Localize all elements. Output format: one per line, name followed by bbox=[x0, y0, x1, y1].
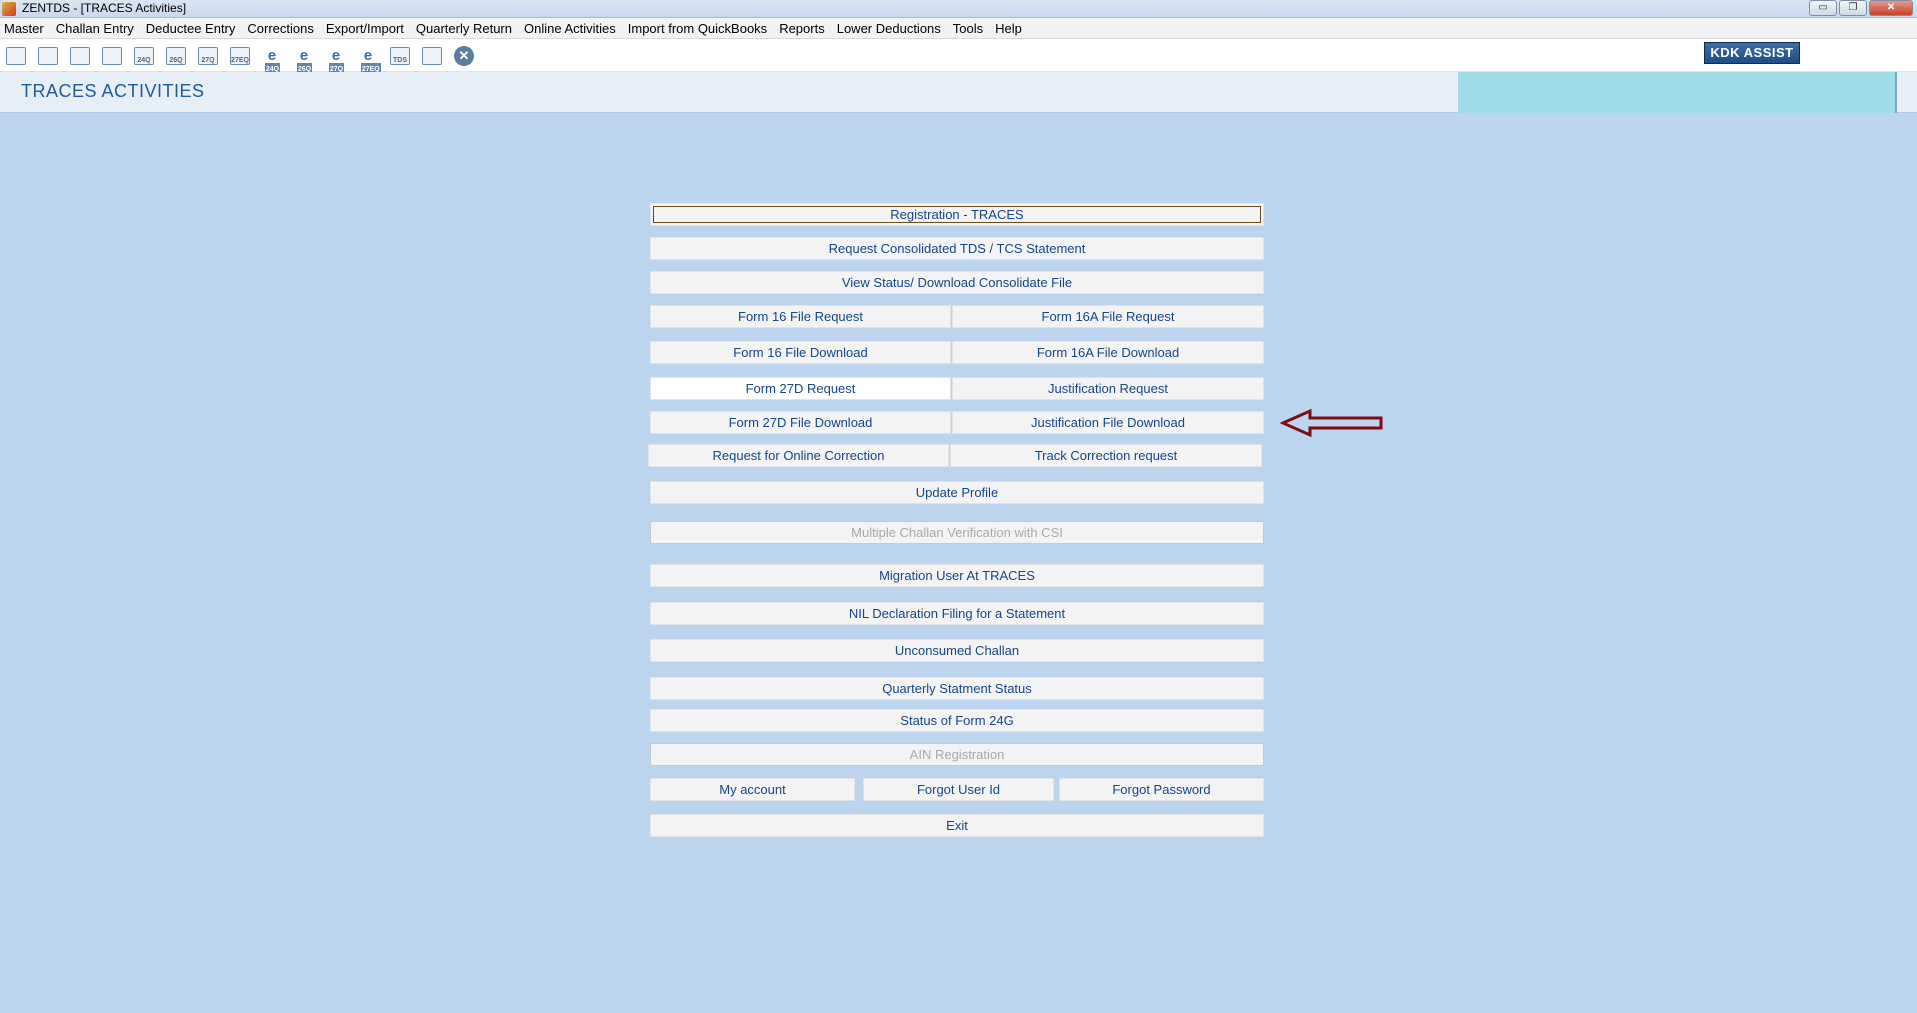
form-27q-icon[interactable]: 27Q bbox=[195, 44, 221, 68]
page-header: TRACES ACTIVITIES bbox=[0, 72, 1917, 113]
menu-tools[interactable]: Tools bbox=[948, 21, 990, 36]
form-2-icon[interactable] bbox=[99, 44, 125, 68]
menu-challan-entry[interactable]: Challan Entry bbox=[51, 21, 141, 36]
menu-online-activities[interactable]: Online Activities bbox=[519, 21, 623, 36]
restore-button[interactable]: ❐ bbox=[1839, 0, 1867, 16]
e-24q-icon[interactable]: e 24Q bbox=[259, 44, 285, 77]
track-correction-request-button[interactable]: Track Correction request bbox=[950, 444, 1262, 467]
menu-bar: Master Challan Entry Deductee Entry Corr… bbox=[0, 18, 1917, 39]
header-info-panel bbox=[1458, 72, 1895, 113]
form-26q-icon[interactable]: 26Q bbox=[163, 44, 189, 68]
close-circle-icon[interactable]: ✕ bbox=[451, 44, 477, 68]
kdk-assist-button[interactable]: KDK ASSIST bbox=[1704, 42, 1800, 64]
menu-master[interactable]: Master bbox=[0, 21, 51, 36]
menu-help[interactable]: Help bbox=[990, 21, 1029, 36]
deductees-icon[interactable] bbox=[35, 44, 61, 68]
annotation-arrow bbox=[1280, 408, 1383, 438]
app-icon bbox=[2, 2, 16, 16]
close-window-button[interactable]: ✕ bbox=[1869, 0, 1913, 16]
menu-reports[interactable]: Reports bbox=[774, 21, 832, 36]
view-status-download-button[interactable]: View Status/ Download Consolidate File bbox=[650, 271, 1264, 294]
form16a-file-download-button[interactable]: Form 16A File Download bbox=[952, 341, 1264, 364]
quarterly-statement-status-button[interactable]: Quarterly Statment Status bbox=[650, 677, 1264, 700]
form-24q-icon[interactable]: 24Q bbox=[131, 44, 157, 68]
toolbar: 24Q 26Q 27Q 27EQ e 24Q e 26Q e 27Q e 27EQ TDS ✕ KDK A… bbox=[0, 39, 1917, 77]
request-consolidated-statement-button[interactable]: Request Consolidated TDS / TCS Statement bbox=[650, 237, 1264, 260]
menu-export-import[interactable]: Export/Import bbox=[321, 21, 411, 36]
forgot-user-id-button[interactable]: Forgot User Id bbox=[863, 778, 1054, 801]
menu-quarterly-return[interactable]: Quarterly Return bbox=[411, 21, 519, 36]
form16a-file-request-button[interactable]: Form 16A File Request bbox=[952, 305, 1264, 328]
title-bar: ZENTDS - [TRACES Activities] ▭ ❐ ✕ bbox=[0, 0, 1917, 18]
unconsumed-challan-button[interactable]: Unconsumed Challan bbox=[650, 639, 1264, 662]
update-profile-button[interactable]: Update Profile bbox=[650, 481, 1264, 504]
registration-traces-button[interactable]: Registration - TRACES bbox=[650, 203, 1264, 226]
form-icon[interactable] bbox=[67, 44, 93, 68]
my-account-button[interactable]: My account bbox=[650, 778, 855, 801]
menu-import-quickbooks[interactable]: Import from QuickBooks bbox=[623, 21, 774, 36]
page-title: TRACES ACTIVITIES bbox=[21, 81, 205, 101]
ain-registration-button[interactable]: AIN Registration bbox=[650, 743, 1264, 766]
online-correction-request-button[interactable]: Request for Online Correction bbox=[648, 444, 949, 467]
e-27q-icon[interactable]: e 27Q bbox=[323, 44, 349, 77]
tds-icon[interactable]: TDS bbox=[387, 44, 413, 68]
toolbar-icons: 24Q 26Q 27Q 27EQ e 24Q e 26Q e 27Q e 27EQ TDS ✕ bbox=[3, 44, 477, 77]
multiple-challan-verification-button[interactable]: Multiple Challan Verification with CSI bbox=[650, 521, 1264, 544]
form-27eq-icon[interactable]: 27EQ bbox=[227, 44, 253, 68]
e-27eq-icon[interactable]: e 27EQ bbox=[355, 44, 381, 77]
window-controls: ▭ ❐ ✕ bbox=[1809, 0, 1913, 16]
menu-corrections[interactable]: Corrections bbox=[242, 21, 320, 36]
minimize-button[interactable]: ▭ bbox=[1809, 0, 1837, 16]
forgot-password-button[interactable]: Forgot Password bbox=[1059, 778, 1264, 801]
form27d-request-button[interactable]: Form 27D Request bbox=[650, 377, 951, 400]
justification-request-button[interactable]: Justification Request bbox=[952, 377, 1264, 400]
header-scrollbar[interactable] bbox=[1895, 72, 1897, 113]
exit-button[interactable]: Exit bbox=[650, 814, 1264, 837]
form27d-file-download-button[interactable]: Form 27D File Download bbox=[650, 411, 951, 434]
e-26q-icon[interactable]: e 26Q bbox=[291, 44, 317, 77]
form16-file-download-button[interactable]: Form 16 File Download bbox=[650, 341, 951, 364]
migration-user-button[interactable]: Migration User At TRACES bbox=[650, 564, 1264, 587]
report-icon[interactable] bbox=[419, 44, 445, 68]
window-title: ZENTDS - [TRACES Activities] bbox=[22, 1, 187, 15]
menu-deductee-entry[interactable]: Deductee Entry bbox=[141, 21, 243, 36]
form16-file-request-button[interactable]: Form 16 File Request bbox=[650, 305, 951, 328]
justification-file-download-button[interactable]: Justification File Download bbox=[952, 411, 1264, 434]
deductor-icon[interactable] bbox=[3, 44, 29, 68]
status-form24g-button[interactable]: Status of Form 24G bbox=[650, 709, 1264, 732]
menu-lower-deductions[interactable]: Lower Deductions bbox=[832, 21, 948, 36]
nil-declaration-button[interactable]: NIL Declaration Filing for a Statement bbox=[650, 602, 1264, 625]
